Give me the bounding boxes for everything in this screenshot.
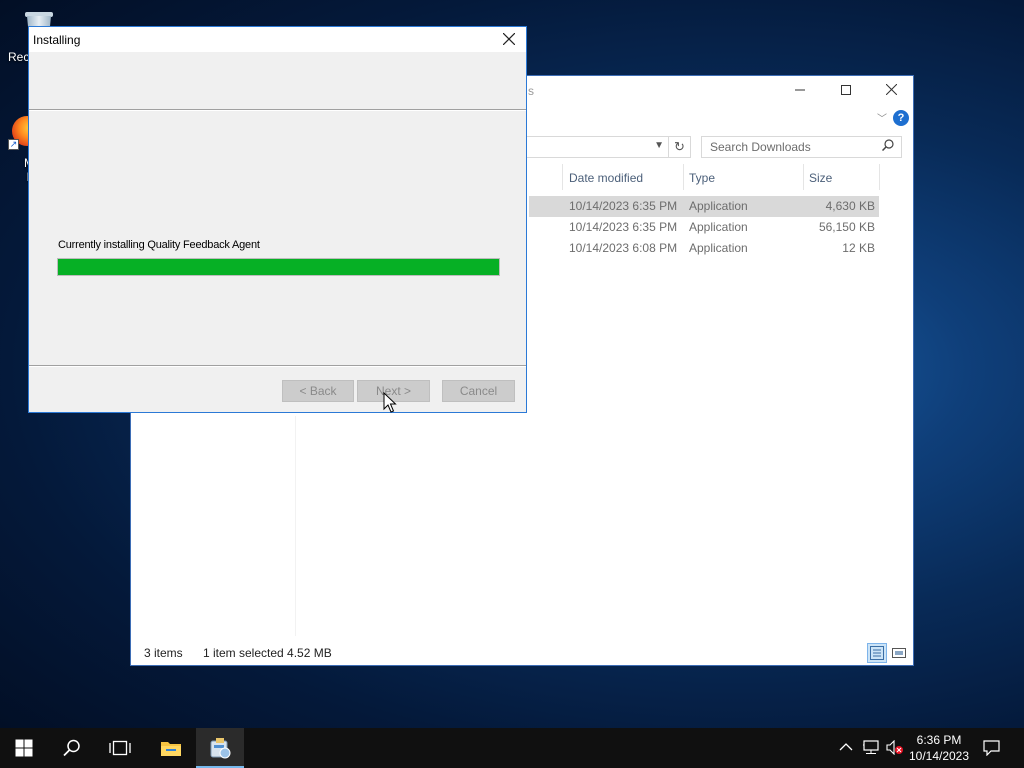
file-explorer-taskbar-button[interactable] bbox=[147, 728, 195, 768]
installer-body: Currently installing Quality Feedback Ag… bbox=[29, 110, 526, 365]
installer-titlebar[interactable]: Installing bbox=[29, 27, 526, 52]
column-header-size[interactable]: Size bbox=[803, 166, 879, 190]
file-row[interactable]: 10/14/2023 6:35 PM Application 56,150 KB bbox=[529, 217, 879, 238]
network-icon[interactable] bbox=[862, 740, 880, 758]
search-box[interactable]: Search Downloads bbox=[701, 136, 902, 158]
file-row[interactable]: 10/14/2023 6:35 PM Application 4,630 KB bbox=[529, 196, 879, 217]
install-status-text: Currently installing Quality Feedback Ag… bbox=[58, 239, 260, 251]
installer-dialog[interactable]: Installing Currently installing Quality … bbox=[28, 26, 527, 413]
search-icon bbox=[881, 139, 894, 154]
installer-icon bbox=[210, 738, 231, 759]
search-icon bbox=[63, 739, 80, 757]
search-button[interactable] bbox=[48, 728, 96, 768]
file-size: 12 KB bbox=[842, 241, 875, 255]
file-type: Application bbox=[689, 199, 748, 213]
details-view-button[interactable] bbox=[867, 643, 887, 663]
help-icon[interactable]: ? bbox=[893, 110, 909, 126]
status-item-count: 3 items bbox=[144, 646, 183, 660]
task-view-icon bbox=[109, 740, 131, 756]
shortcut-arrow-icon: ↗ bbox=[8, 139, 19, 150]
search-placeholder[interactable]: Search Downloads bbox=[710, 140, 811, 154]
ribbon-expand-chevron-icon[interactable]: ﹀ bbox=[877, 110, 887, 125]
action-center-icon[interactable] bbox=[983, 740, 1000, 759]
task-view-button[interactable] bbox=[96, 728, 144, 768]
file-size: 56,150 KB bbox=[818, 220, 875, 234]
installer-taskbar-button[interactable] bbox=[196, 728, 244, 768]
file-date: 10/14/2023 6:08 PM bbox=[569, 241, 678, 255]
close-icon bbox=[502, 32, 516, 46]
navigation-pane-divider[interactable] bbox=[295, 416, 296, 636]
footer-separator bbox=[29, 365, 526, 366]
file-date: 10/14/2023 6:35 PM bbox=[569, 220, 678, 234]
installer-close-button[interactable] bbox=[492, 27, 526, 52]
start-button[interactable] bbox=[0, 728, 48, 768]
volume-muted-icon[interactable] bbox=[886, 739, 904, 758]
mouse-cursor-icon bbox=[383, 392, 397, 413]
cancel-button[interactable]: Cancel bbox=[442, 380, 515, 402]
explorer-title: s bbox=[528, 84, 534, 98]
column-header-date-modified[interactable]: Date modified bbox=[563, 166, 683, 190]
minimize-icon bbox=[795, 89, 805, 91]
file-size: 4,630 KB bbox=[825, 199, 875, 213]
windows-logo-icon bbox=[15, 739, 33, 757]
folder-icon bbox=[161, 742, 181, 756]
large-icons-view-button[interactable] bbox=[889, 643, 909, 663]
progress-bar-fill bbox=[58, 259, 499, 275]
file-type: Application bbox=[689, 241, 748, 255]
clock-time: 6:36 PM bbox=[916, 733, 962, 747]
taskbar: 6:36 PM 10/14/2023 bbox=[0, 728, 1024, 768]
clock-date: 10/14/2023 bbox=[908, 749, 970, 763]
status-selection: 1 item selected 4.52 MB bbox=[203, 646, 332, 660]
file-type: Application bbox=[689, 220, 748, 234]
minimize-button[interactable] bbox=[777, 76, 823, 106]
refresh-icon[interactable]: ↻ bbox=[668, 137, 690, 157]
address-dropdown-chevron-icon[interactable]: ▼ bbox=[654, 140, 664, 151]
back-button[interactable]: < Back bbox=[282, 380, 354, 402]
file-date: 10/14/2023 6:35 PM bbox=[569, 199, 678, 213]
show-hidden-icons-chevron-icon[interactable] bbox=[839, 740, 853, 755]
large-icons-view-icon bbox=[892, 648, 906, 658]
column-header-type[interactable]: Type bbox=[683, 166, 803, 190]
close-button[interactable] bbox=[868, 76, 914, 106]
installer-title: Installing bbox=[33, 33, 81, 47]
status-bar: 3 items 1 item selected 4.52 MB bbox=[131, 641, 913, 665]
close-icon bbox=[885, 83, 897, 96]
maximize-icon bbox=[841, 85, 851, 95]
column-separator[interactable] bbox=[879, 164, 880, 190]
taskbar-clock[interactable]: 6:36 PM 10/14/2023 bbox=[906, 732, 972, 764]
details-view-icon bbox=[870, 646, 884, 660]
maximize-button[interactable] bbox=[823, 76, 869, 106]
file-row[interactable]: 10/14/2023 6:08 PM Application 12 KB bbox=[529, 238, 879, 259]
install-progress-bar bbox=[57, 258, 500, 276]
installer-header-banner bbox=[29, 52, 526, 110]
